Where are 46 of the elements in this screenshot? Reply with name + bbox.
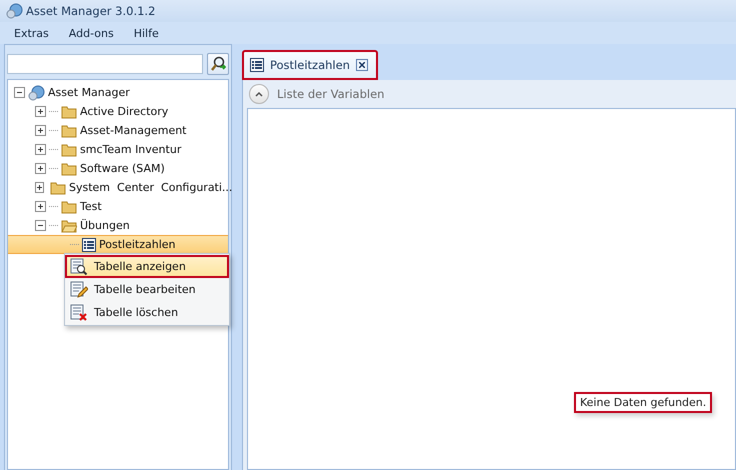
folder-icon — [50, 180, 66, 194]
document-tab[interactable]: Postleitzahlen — [242, 50, 378, 80]
search-icon — [210, 56, 226, 72]
open-folder-icon — [61, 218, 77, 232]
expand-icon[interactable] — [35, 106, 46, 117]
expand-icon[interactable] — [35, 125, 46, 136]
expand-icon[interactable] — [35, 144, 46, 155]
menu-item[interactable]: Extras — [6, 24, 57, 42]
tree-item[interactable]: Übungen — [8, 216, 228, 235]
folder-icon — [61, 142, 77, 156]
chevron-up-icon — [255, 91, 263, 97]
window-title: Asset Manager 3.0.1.2 — [26, 4, 156, 18]
tree-item[interactable]: Asset Manager — [8, 83, 228, 102]
expand-icon[interactable] — [35, 201, 46, 212]
context-menu-item[interactable]: Tabelle löschen — [65, 301, 229, 324]
table-delete-icon — [70, 304, 88, 322]
tree-item[interactable]: smcTeam Inventur — [8, 140, 228, 159]
menu-item[interactable]: Add-ons — [60, 24, 122, 42]
context-menu-item[interactable]: Tabelle bearbeiten — [65, 278, 229, 301]
expand-icon[interactable] — [35, 163, 46, 174]
folder-icon — [61, 162, 77, 176]
app-logo-icon — [28, 84, 45, 100]
folder-icon — [61, 200, 77, 214]
table-search-icon — [70, 258, 88, 276]
close-button[interactable] — [356, 59, 368, 71]
empty-message: Keine Daten gefunden. — [574, 392, 712, 413]
tree-item[interactable]: Software (SAM) — [8, 159, 228, 178]
tree-item[interactable]: Asset-Management — [8, 121, 228, 140]
tree-item[interactable]: Active Directory — [8, 102, 228, 121]
menu-item[interactable]: Hilfe — [126, 24, 167, 42]
table-pencil-icon — [70, 280, 88, 298]
collapse-button[interactable] — [249, 84, 269, 104]
close-icon — [358, 62, 365, 68]
tree-item[interactable]: Test — [8, 197, 228, 216]
folder-icon — [61, 104, 77, 118]
section-title: Liste der Variablen — [277, 87, 384, 101]
app-logo-icon — [6, 3, 23, 19]
context-menu-item[interactable]: Tabelle anzeigen — [65, 255, 229, 278]
search-field[interactable] — [7, 54, 203, 74]
folder-icon — [61, 124, 77, 138]
list-icon — [250, 58, 264, 72]
tree-item[interactable]: Postleitzahlen — [8, 235, 228, 254]
search-button[interactable] — [207, 53, 229, 75]
expand-icon[interactable] — [35, 182, 44, 193]
collapse-icon[interactable] — [35, 220, 46, 231]
collapse-icon[interactable] — [14, 87, 25, 98]
